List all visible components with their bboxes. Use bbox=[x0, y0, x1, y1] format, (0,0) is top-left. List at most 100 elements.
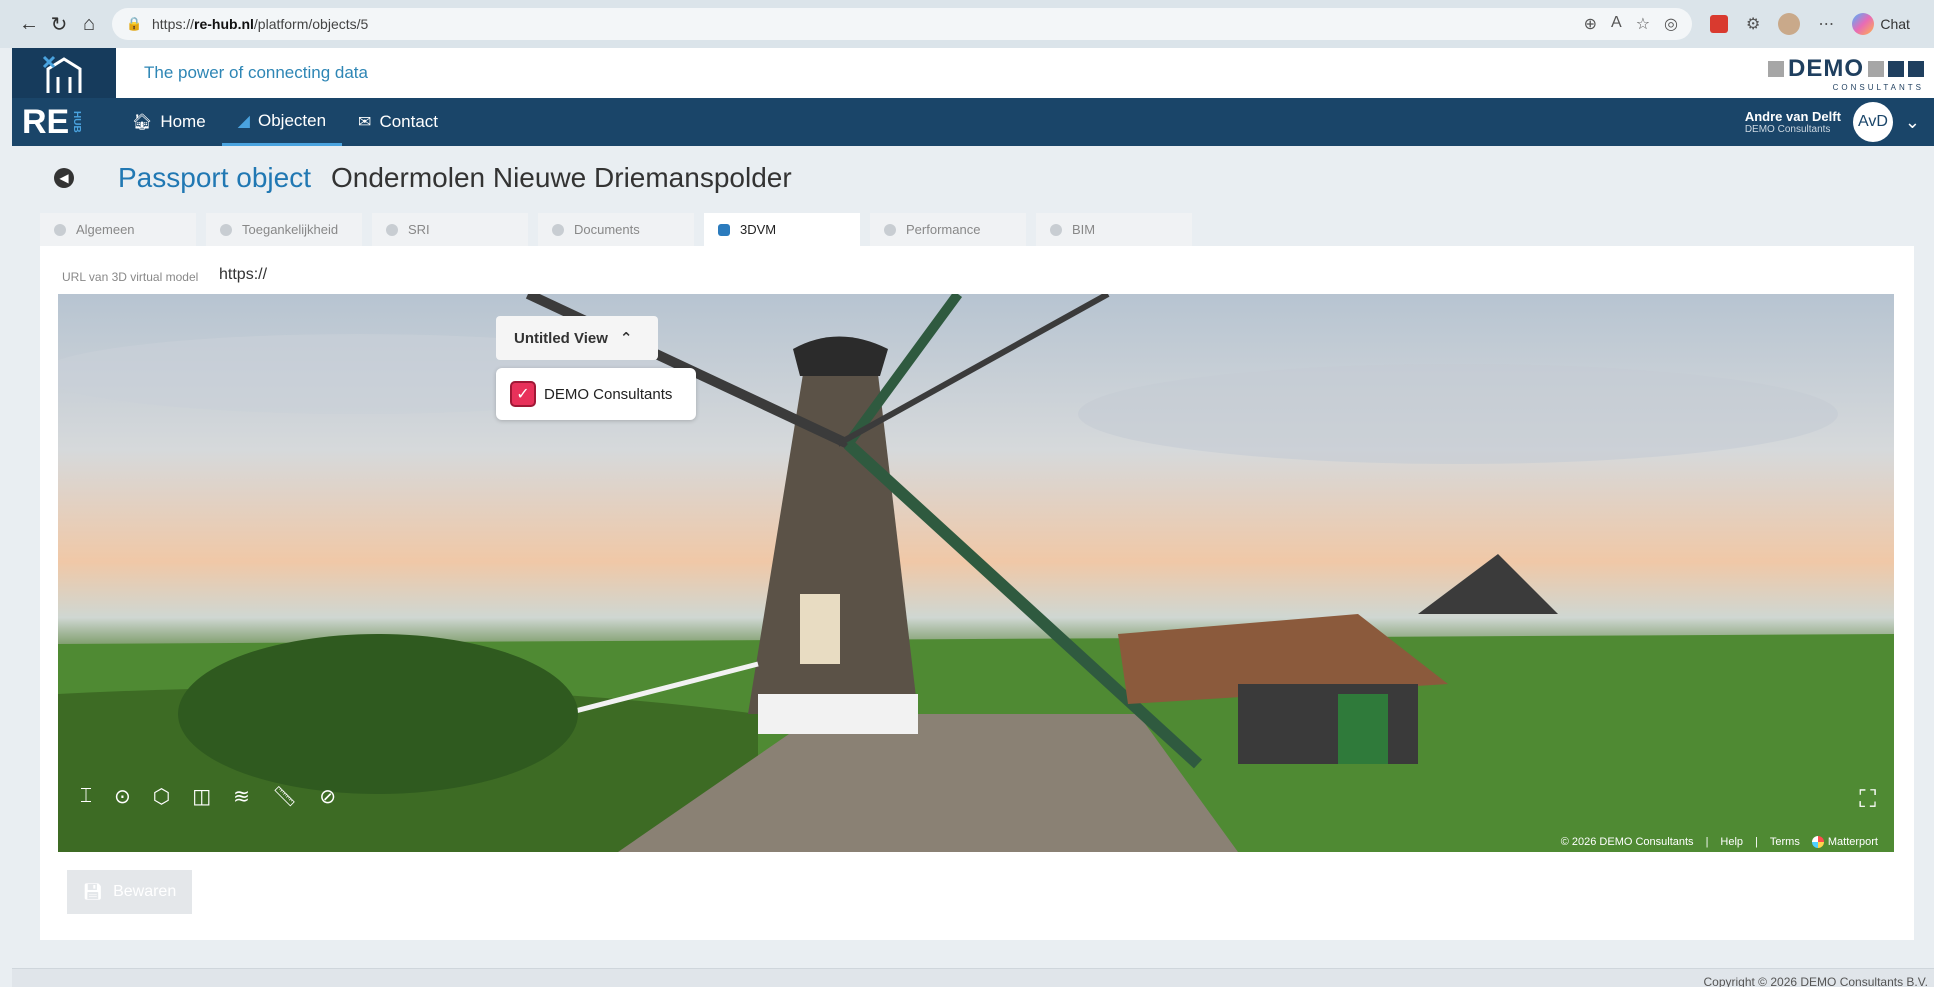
footer-copyright: Copyright © 2026 DEMO Consultants B.V. bbox=[1703, 975, 1928, 987]
footer-divider: | bbox=[1755, 836, 1758, 848]
nav-home[interactable]: 🏠︎ Home bbox=[116, 98, 222, 146]
demo-consultants-logo: DEMO CONSULTANTS bbox=[1768, 55, 1924, 92]
bim-icon bbox=[1050, 223, 1062, 236]
tab-label: 3DVM bbox=[740, 222, 777, 237]
main-navigation: RE HUB 🏠︎ Home ◢ Objecten ✉ Contact Andre… bbox=[12, 98, 1934, 146]
profile-avatar[interactable] bbox=[1778, 13, 1801, 35]
accessibility-icon bbox=[220, 223, 232, 236]
layer-checkbox[interactable]: ✓ bbox=[510, 381, 536, 407]
matterport-label: Matterport bbox=[1827, 836, 1878, 848]
save-icon: 💾︎ bbox=[82, 884, 104, 901]
user-menu[interactable]: Andre van Delft DEMO Consultants AvD ⌄ bbox=[1745, 102, 1934, 142]
floors-icon[interactable]: ≋ bbox=[233, 784, 250, 809]
viewer-copyright: © 2026 DEMO Consultants bbox=[1560, 836, 1694, 848]
nav-contact-label: Contact bbox=[379, 112, 439, 131]
tags-off-icon[interactable]: ⊘ bbox=[319, 784, 336, 809]
save-button[interactable]: 💾︎ Bewaren bbox=[67, 870, 192, 914]
tab-bim[interactable]: BIM bbox=[1036, 213, 1192, 246]
matterport-viewer[interactable]: Untitled View ⌃ ✓ DEMO Consultants ⌶ ⊙ ⬡… bbox=[58, 294, 1894, 852]
home-icon: 🏠︎ bbox=[132, 114, 153, 131]
dollhouse-icon[interactable]: ⬡ bbox=[153, 784, 170, 809]
tab-label: Algemeen bbox=[76, 222, 135, 237]
avatar[interactable]: AvD bbox=[1852, 102, 1893, 142]
extensions-puzzle-icon[interactable]: ⚙ bbox=[1746, 14, 1760, 34]
viewer-toolbar: ⌶ ⊙ ⬡ ◫ ≋ 📏︎ ⊘ bbox=[80, 784, 336, 809]
brand-sub: CONSULTANTS bbox=[1832, 82, 1924, 92]
chevron-down-icon[interactable]: ⌄ bbox=[1905, 112, 1920, 133]
url-label: URL van 3D virtual model bbox=[62, 270, 199, 284]
url-host: re-hub.nl bbox=[194, 16, 254, 32]
re-logo-text: RE bbox=[22, 102, 70, 141]
highlight-reel-icon[interactable]: ⌶ bbox=[80, 785, 92, 808]
terms-link[interactable]: Terms bbox=[1770, 836, 1800, 848]
url-field[interactable]: https:// bbox=[219, 266, 267, 284]
logo-square-icon bbox=[1888, 60, 1904, 77]
windmill-logo-icon bbox=[42, 55, 82, 93]
play-tour-icon[interactable]: ⊙ bbox=[114, 784, 131, 809]
extension-icon[interactable] bbox=[1710, 15, 1728, 33]
tab-label: SRI bbox=[408, 222, 430, 237]
back-arrow-icon[interactable]: ← bbox=[14, 9, 44, 39]
rehub-logo[interactable] bbox=[12, 48, 116, 98]
gauge-icon bbox=[884, 223, 896, 236]
3d-icon bbox=[718, 223, 730, 236]
nav-contact[interactable]: ✉ Contact bbox=[342, 98, 454, 146]
page-title: Passport object bbox=[118, 162, 311, 193]
chart-icon: ◢ bbox=[237, 112, 250, 130]
page-footer: Copyright © 2026 DEMO Consultants B.V. bbox=[12, 968, 1934, 987]
logo-square-icon bbox=[1868, 60, 1884, 77]
more-menu-icon[interactable]: ⋯ bbox=[1818, 14, 1834, 34]
chat-button[interactable]: Chat bbox=[1852, 13, 1910, 35]
logo-square-icon bbox=[1908, 60, 1924, 77]
tab-label: Toegankelijkheid bbox=[242, 222, 339, 237]
3dvm-panel: URL van 3D virtual model https:// Untitl… bbox=[40, 246, 1914, 940]
help-link[interactable]: Help bbox=[1720, 836, 1743, 848]
read-aloud-icon[interactable]: A bbox=[1611, 14, 1622, 34]
chat-label: Chat bbox=[1880, 16, 1910, 32]
brand-word: DEMO bbox=[1788, 54, 1864, 82]
logo-square-icon bbox=[1768, 60, 1784, 77]
nav-objecten[interactable]: ◢ Objecten bbox=[221, 98, 343, 146]
lock-icon: 🔒 bbox=[126, 16, 143, 31]
reload-icon[interactable]: ↻ bbox=[44, 9, 74, 39]
fullscreen-icon[interactable]: ⛶ bbox=[1859, 786, 1876, 814]
folder-icon bbox=[552, 223, 564, 236]
back-circle-icon[interactable]: ◀ bbox=[54, 168, 74, 188]
footer-divider: | bbox=[1705, 836, 1709, 848]
layer-panel: ✓ DEMO Consultants bbox=[496, 368, 696, 420]
measure-icon[interactable]: 📏︎ bbox=[272, 784, 297, 809]
tracking-icon[interactable]: ◎ bbox=[1664, 14, 1678, 34]
tab-documents[interactable]: Documents bbox=[538, 213, 694, 246]
page-heading: ◀ Passport object Ondermolen Nieuwe Drie… bbox=[54, 162, 792, 194]
tab-sri[interactable]: SRI bbox=[372, 213, 528, 246]
viewer-footer: © 2026 DEMO Consultants | Help | Terms M… bbox=[1561, 836, 1878, 848]
object-name: Ondermolen Nieuwe Driemanspolder bbox=[331, 162, 792, 193]
envelope-icon: ✉ bbox=[358, 114, 372, 131]
nav-home-label: Home bbox=[160, 112, 206, 131]
save-label: Bewaren bbox=[113, 883, 177, 900]
tab-3dvm[interactable]: 3DVM bbox=[704, 213, 860, 246]
user-name: Andre van Delft bbox=[1744, 109, 1841, 124]
home-browser-icon[interactable]: ⌂ bbox=[74, 9, 104, 39]
view-name: Untitled View bbox=[514, 329, 608, 347]
nav-objecten-label: Objecten bbox=[257, 110, 327, 130]
favorite-star-icon[interactable]: ☆ bbox=[1636, 14, 1650, 34]
tab-label: Documents bbox=[574, 222, 640, 237]
zoom-icon[interactable]: ⊕ bbox=[1584, 14, 1597, 34]
re-hub-logo[interactable]: RE HUB bbox=[12, 98, 116, 146]
address-bar[interactable]: 🔒 https://re-hub.nl/platform/objects/5 ⊕… bbox=[112, 8, 1692, 40]
tab-algemeen[interactable]: Algemeen bbox=[40, 213, 196, 246]
tab-label: Performance bbox=[906, 222, 981, 237]
view-selector[interactable]: Untitled View ⌃ bbox=[496, 316, 658, 360]
app-header: The power of connecting data DEMO CONSUL… bbox=[12, 48, 1934, 98]
tab-toegankelijkheid[interactable]: Toegankelijkheid bbox=[206, 213, 362, 246]
copilot-icon bbox=[1852, 13, 1875, 35]
object-tabs: Algemeen Toegankelijkheid SRI Documents … bbox=[40, 213, 1192, 246]
user-org: DEMO Consultants bbox=[1744, 124, 1831, 135]
matterport-logo[interactable]: Matterport bbox=[1811, 836, 1878, 848]
sri-icon bbox=[386, 223, 398, 236]
url-prefix: https:// bbox=[152, 16, 195, 32]
floorplan-icon[interactable]: ◫ bbox=[192, 784, 211, 809]
tab-performance[interactable]: Performance bbox=[870, 213, 1026, 246]
tab-label: BIM bbox=[1072, 222, 1096, 237]
